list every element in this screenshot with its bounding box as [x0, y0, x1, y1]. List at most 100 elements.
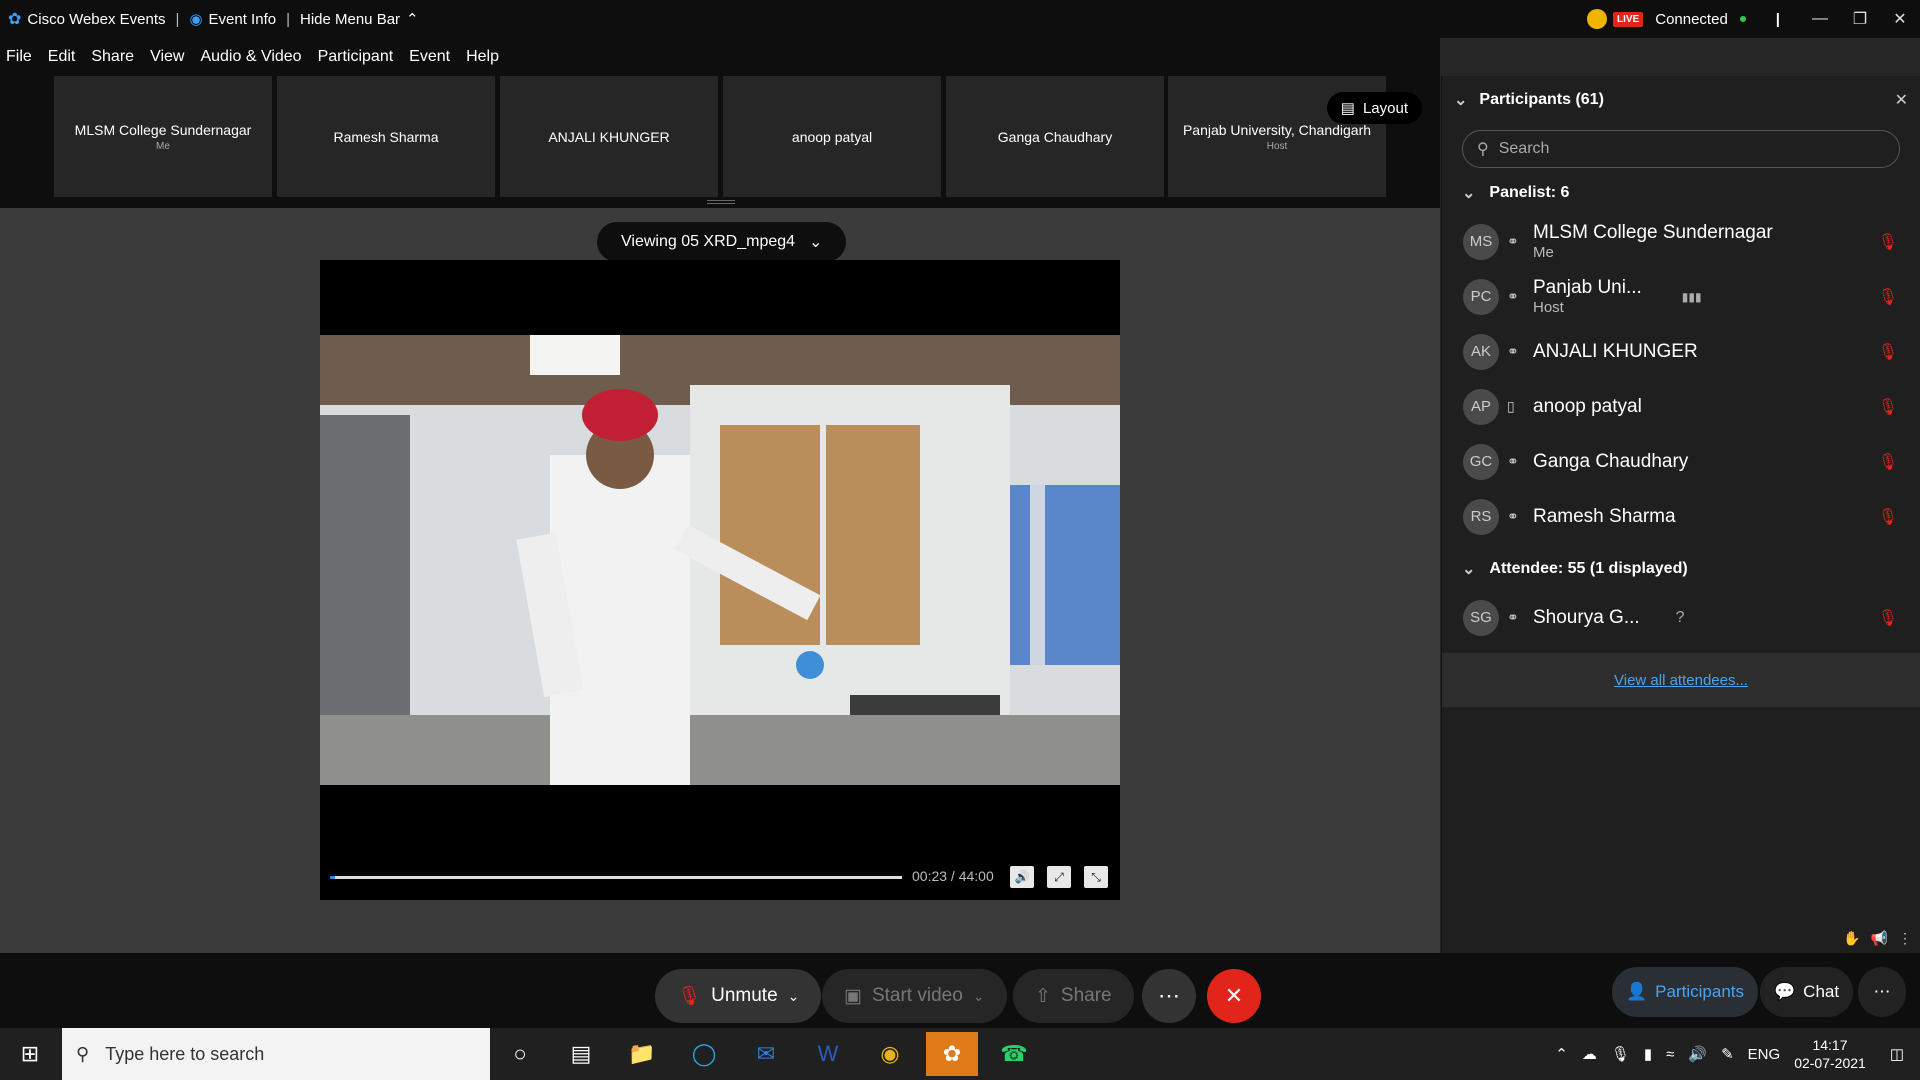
participant-row[interactable]: RS ⚭ Ramesh Sharma 🎙: [1442, 489, 1920, 544]
attendee-section-header[interactable]: ⌄ Attendee: 55 (1 displayed): [1442, 548, 1920, 590]
minimize-button[interactable]: —: [1800, 10, 1840, 28]
mail-icon[interactable]: ✉: [740, 1032, 792, 1076]
participants-panel: ⌄ Participants (61) ✕ ⚲ Search ⌄ Panelis…: [1441, 76, 1920, 953]
more-vertical-icon[interactable]: ⋮: [1898, 930, 1912, 947]
panel-header: ⌄ Participants (61) ✕: [1442, 76, 1920, 124]
participant-thumbnail-strip: MLSM College Sundernagar Me Ramesh Sharm…: [0, 76, 1440, 208]
participant-row[interactable]: AP ▯ anoop patyal 🎙: [1442, 379, 1920, 434]
layout-button[interactable]: ▤ Layout: [1326, 92, 1422, 124]
viewing-selector[interactable]: Viewing 05 XRD_mpeg4 ⌄: [597, 222, 847, 262]
view-all-attendees-link[interactable]: View all attendees...: [1614, 672, 1748, 689]
raise-hand-icon[interactable]: ✋: [1843, 930, 1860, 947]
chrome-icon[interactable]: ◉: [864, 1032, 916, 1076]
microphone-icon[interactable]: 🎙: [1611, 1045, 1630, 1063]
close-window-button[interactable]: ✕: [1880, 9, 1920, 29]
participant-row[interactable]: AK ⚭ ANJALI KHUNGER 🎙: [1442, 324, 1920, 379]
menu-view[interactable]: View: [150, 48, 184, 66]
participants-toggle-button[interactable]: 👤 Participants: [1612, 967, 1758, 1017]
participant-row[interactable]: MS ⚭ MLSM College Sundernagar Me 🎙: [1442, 214, 1920, 269]
app-name: Cisco Webex Events: [27, 10, 166, 28]
participant-name: anoop patyal: [1533, 395, 1642, 417]
video-thumbnail[interactable]: ANJALI KHUNGER: [500, 76, 718, 197]
more-horizontal-icon: ⋯: [1873, 982, 1891, 1001]
cloud-icon[interactable]: ☁: [1582, 1045, 1597, 1063]
panelist-section-header[interactable]: ⌄ Panelist: 6: [1442, 172, 1920, 214]
whatsapp-icon[interactable]: ☎: [988, 1032, 1040, 1076]
system-tray: ⌃ ☁ 🎙 ▮ ≈ 🔊 ✎ ENG 14:17 02-07-2021 ◫: [1555, 1028, 1920, 1080]
status-dot-icon: [1739, 16, 1746, 22]
edge-icon[interactable]: ◯: [678, 1032, 730, 1076]
resize-handle[interactable]: [707, 200, 735, 204]
unmute-label: Unmute: [711, 985, 778, 1006]
panel-more-button[interactable]: ⋯: [1858, 967, 1906, 1017]
avatar: GC: [1463, 443, 1499, 480]
unmute-button[interactable]: 🎙 Unmute ⌄: [655, 969, 822, 1023]
media-player: 00:23 / 44:00 🔊 ⤢ ⤡: [320, 260, 1120, 900]
mic-muted-icon[interactable]: 🎙: [1878, 608, 1898, 628]
mic-muted-icon[interactable]: 🎙: [1878, 232, 1898, 252]
mic-muted-icon[interactable]: 🎙: [1878, 287, 1898, 307]
menu-edit[interactable]: Edit: [48, 48, 76, 66]
chevron-up-icon[interactable]: ⌃: [1555, 1045, 1568, 1063]
participant-row[interactable]: GC ⚭ Ganga Chaudhary 🎙: [1442, 434, 1920, 489]
close-panel-icon[interactable]: ✕: [1895, 90, 1908, 110]
more-options-button[interactable]: ⋯: [1142, 969, 1196, 1023]
video-thumbnail[interactable]: Ganga Chaudhary: [946, 76, 1164, 197]
chevron-down-icon[interactable]: ⌄: [788, 988, 800, 1005]
share-button[interactable]: ⇧ Share: [1013, 969, 1134, 1023]
participant-search-input[interactable]: ⚲ Search: [1462, 130, 1900, 168]
shared-video-frame[interactable]: [320, 335, 1120, 785]
clock[interactable]: 14:17 02-07-2021: [1794, 1036, 1866, 1072]
layout-label: Layout: [1362, 99, 1408, 117]
video-thumbnail[interactable]: Ramesh Sharma: [277, 76, 495, 197]
file-explorer-icon[interactable]: 📁: [616, 1032, 668, 1076]
mic-muted-icon[interactable]: 🎙: [1878, 507, 1898, 527]
menu-participant[interactable]: Participant: [318, 48, 394, 66]
task-view-icon[interactable]: ▤: [555, 1032, 607, 1076]
pop-out-icon[interactable]: ⤢: [1047, 866, 1071, 888]
attendee-count: Attendee: 55 (1 displayed): [1489, 560, 1688, 577]
cortana-icon[interactable]: ○: [494, 1032, 546, 1076]
mic-muted-icon[interactable]: 🎙: [1878, 342, 1898, 362]
chevron-down-icon[interactable]: ⌄: [1454, 90, 1467, 110]
start-video-button[interactable]: ▣ Start video ⌄: [822, 969, 1007, 1023]
webex-taskbar-icon[interactable]: ✿: [926, 1032, 978, 1076]
participant-row[interactable]: SG ⚭ Shourya G... ? 🎙: [1442, 590, 1920, 645]
restore-button[interactable]: ❐: [1840, 9, 1880, 29]
chat-toggle-button[interactable]: 💬 Chat: [1760, 967, 1854, 1017]
clock-time: 14:17: [1812, 1037, 1848, 1053]
event-info-button[interactable]: ◉ Event Info: [189, 10, 276, 29]
fullscreen-icon[interactable]: ⤡: [1084, 866, 1108, 888]
taskbar-search-input[interactable]: ⚲ Type here to search: [62, 1028, 490, 1080]
language-indicator[interactable]: ENG: [1748, 1046, 1781, 1063]
menu-help[interactable]: Help: [466, 48, 499, 66]
mic-muted-icon[interactable]: 🎙: [1878, 397, 1898, 417]
live-badge: LIVE: [1613, 11, 1644, 27]
mic-muted-icon[interactable]: 🎙: [1878, 452, 1898, 472]
participant-row[interactable]: PC ⚭ Panjab Uni... Host ▮▮▮ 🎙: [1442, 269, 1920, 324]
menu-audio-video[interactable]: Audio & Video: [200, 48, 301, 66]
hide-menu-bar-button[interactable]: Hide Menu Bar ⌃: [300, 10, 419, 29]
pen-icon[interactable]: ✎: [1721, 1045, 1734, 1063]
volume-icon[interactable]: 🔊: [1010, 866, 1034, 888]
menu-event[interactable]: Event: [409, 48, 450, 66]
more-options-icon[interactable]: |: [1776, 11, 1780, 28]
video-thumbnail[interactable]: MLSM College Sundernagar Me: [54, 76, 272, 197]
chevron-down-icon[interactable]: ⌄: [973, 988, 985, 1005]
video-thumbnail[interactable]: anoop patyal: [723, 76, 941, 197]
chevron-down-icon: ⌄: [1462, 185, 1476, 202]
leave-event-button[interactable]: ✕: [1207, 969, 1261, 1023]
word-icon[interactable]: W: [802, 1032, 854, 1076]
participant-name: Ganga Chaudhary: [1533, 450, 1689, 472]
menu-share[interactable]: Share: [91, 48, 134, 66]
announce-icon[interactable]: 📢: [1871, 930, 1888, 947]
windows-start-icon[interactable]: ⊞: [4, 1032, 56, 1076]
volume-icon[interactable]: 🔊: [1688, 1045, 1707, 1063]
participant-role: Me: [1533, 244, 1554, 261]
notifications-icon[interactable]: ◫: [1890, 1045, 1904, 1063]
participant-name: Shourya G...: [1533, 606, 1640, 628]
battery-icon[interactable]: ▮: [1644, 1045, 1652, 1063]
menu-file[interactable]: File: [6, 48, 32, 66]
wifi-icon[interactable]: ≈: [1666, 1046, 1674, 1063]
seek-bar[interactable]: [330, 876, 902, 879]
